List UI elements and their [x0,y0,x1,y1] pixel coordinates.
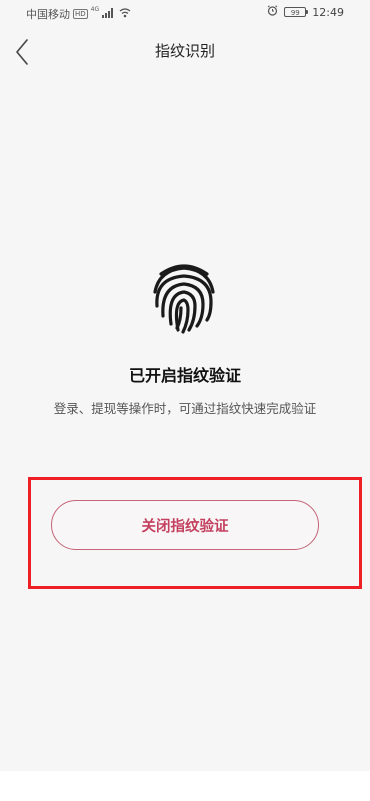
nav-bar: 指纹识别 [0,24,370,80]
status-bar: 中国移动 HD 4G 99 12:49 [0,0,370,24]
battery-icon: 99 [284,7,309,17]
fingerprint-icon [151,262,217,334]
fingerprint-status-description: 登录、提现等操作时，可通过指纹快速完成验证 [53,401,317,416]
carrier-name: 中国移动 [26,8,70,21]
page-title: 指纹识别 [154,42,215,60]
bottom-strip [0,771,370,801]
disable-fingerprint-button[interactable]: 关闭指纹验证 [51,500,319,550]
hd-badge: HD [73,9,88,19]
status-time: 12:49 [312,5,344,19]
alarm-icon [267,5,278,19]
carrier-info: 中国移动 HD 4G [26,6,131,22]
status-right: 99 12:49 [267,5,344,19]
signal-icon [102,7,116,21]
fingerprint-status-title: 已开启指纹验证 [128,366,241,385]
network-type: 4G [90,6,100,13]
wifi-icon [119,7,131,21]
